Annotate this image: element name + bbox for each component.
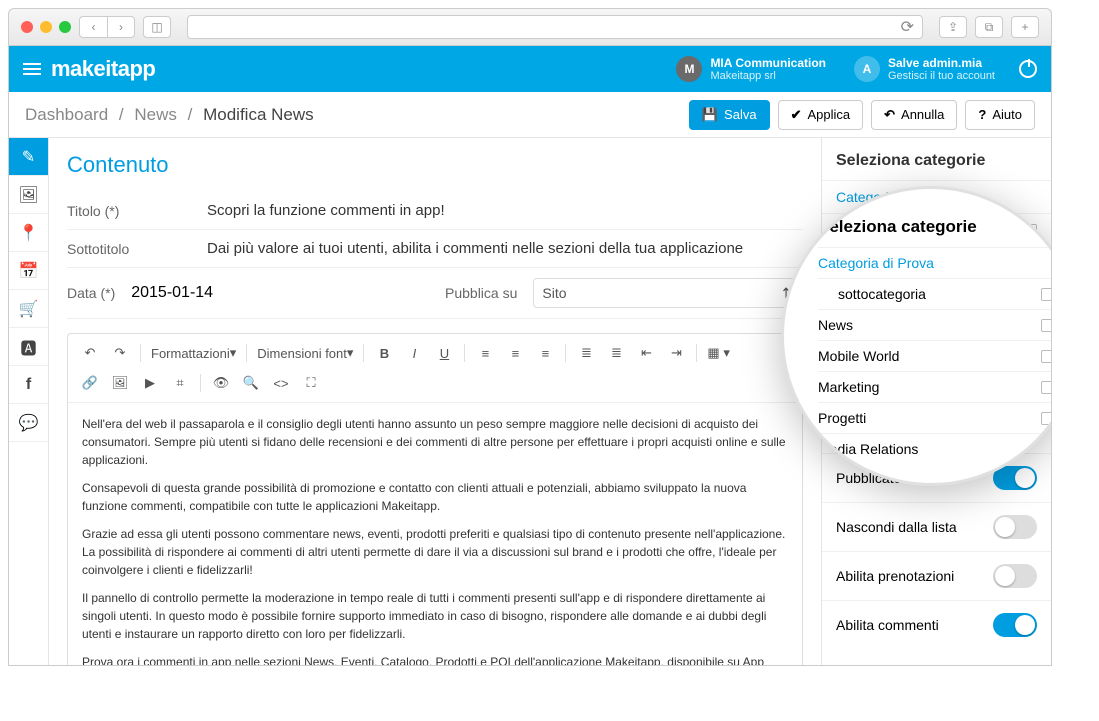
outdent-tool[interactable]: ⇤ bbox=[632, 340, 660, 366]
check-icon: ✔ bbox=[791, 107, 802, 123]
maximize-window-icon[interactable] bbox=[59, 21, 71, 33]
toggle-switch[interactable] bbox=[993, 515, 1037, 539]
user-account[interactable]: A Salve admin.mia Gestisci il tuo accoun… bbox=[840, 56, 1009, 82]
category-checkbox[interactable] bbox=[1041, 412, 1052, 425]
table-tool[interactable]: ▦ ▾ bbox=[703, 340, 733, 366]
category-item[interactable]: Marketing bbox=[818, 371, 1052, 402]
undo-button[interactable]: ↶Annulla bbox=[871, 100, 957, 130]
bold-tool[interactable]: B bbox=[370, 340, 398, 366]
url-bar[interactable]: ⟳ bbox=[187, 15, 923, 39]
category-item[interactable]: News bbox=[818, 309, 1052, 340]
section-title: Contenuto bbox=[67, 152, 803, 178]
publish-option-row: Nascondi dalla lista bbox=[822, 502, 1051, 551]
reload-icon[interactable]: ⟳ bbox=[901, 17, 914, 37]
browser-chrome: ‹ › ◫ ⟳ ⇪ ⧉ + bbox=[8, 8, 1052, 46]
sidebar-cart[interactable]: 🛒 bbox=[9, 290, 48, 328]
list-ul-tool[interactable]: ≣ bbox=[572, 340, 600, 366]
save-button[interactable]: 💾Salva bbox=[689, 100, 770, 130]
sidebar-translate[interactable]: 🅰 bbox=[9, 328, 48, 366]
category-item[interactable]: Progetti bbox=[818, 402, 1052, 433]
link-tool[interactable]: 🔗 bbox=[76, 370, 104, 396]
app-logo: makeitapp bbox=[51, 56, 155, 82]
category-checkbox[interactable] bbox=[1041, 381, 1052, 394]
category-checkbox[interactable] bbox=[1041, 350, 1052, 363]
editor-body[interactable]: Nell'era del web il passaparola e il con… bbox=[68, 403, 802, 665]
toggle-switch[interactable] bbox=[993, 466, 1037, 490]
tabs-icon[interactable]: ⧉ bbox=[975, 16, 1003, 38]
close-window-icon[interactable] bbox=[21, 21, 33, 33]
video-tool[interactable]: ▶ bbox=[136, 370, 164, 396]
indent-tool[interactable]: ⇥ bbox=[662, 340, 690, 366]
category-checkbox[interactable] bbox=[1041, 319, 1052, 332]
sidebar-comments[interactable]: 💬 bbox=[9, 404, 48, 442]
help-button[interactable]: ?Aiuto bbox=[965, 100, 1035, 130]
crumb-current: Modifica News bbox=[203, 105, 314, 124]
undo-tool[interactable]: ↶ bbox=[76, 340, 104, 366]
category-item[interactable]: sottocategoria bbox=[818, 278, 1052, 309]
categories-title: Seleziona categorie bbox=[822, 138, 1051, 180]
breadcrumb: Dashboard / News / Modifica News bbox=[25, 105, 314, 125]
category-checkbox[interactable] bbox=[1041, 288, 1052, 301]
rich-text-editor: ↶ ↷ Formattazioni ▾ Dimensioni font ▾ B … bbox=[67, 333, 803, 665]
code-tool[interactable]: <> bbox=[267, 370, 295, 396]
align-left-tool[interactable]: ≡ bbox=[471, 340, 499, 366]
publish-label: Pubblica su bbox=[445, 285, 517, 301]
redo-tool[interactable]: ↷ bbox=[106, 340, 134, 366]
fullscreen-tool[interactable]: ⛶ bbox=[297, 370, 325, 396]
forward-button[interactable]: › bbox=[107, 16, 135, 38]
subtitle-field[interactable]: Dai più valore ai tuoi utenti, abilita i… bbox=[207, 240, 803, 257]
category-item[interactable]: Mobile World bbox=[818, 340, 1052, 371]
undo-icon: ↶ bbox=[884, 107, 895, 123]
minimize-window-icon[interactable] bbox=[40, 21, 52, 33]
sidebar-facebook[interactable]: f bbox=[9, 366, 48, 404]
sidebar-location[interactable]: 📍 bbox=[9, 214, 48, 252]
sidebar-toggle-icon[interactable]: ◫ bbox=[143, 16, 171, 38]
date-label: Data (*) bbox=[67, 285, 115, 301]
toggle-switch[interactable] bbox=[993, 613, 1037, 637]
logout-icon[interactable] bbox=[1019, 60, 1037, 78]
user-avatar: A bbox=[854, 56, 880, 82]
toggle-switch[interactable] bbox=[993, 564, 1037, 588]
app-topbar: makeitapp M MIA Communication Makeitapp … bbox=[9, 46, 1051, 92]
sidebar-calendar[interactable]: 📅 bbox=[9, 252, 48, 290]
align-right-tool[interactable]: ≡ bbox=[531, 340, 559, 366]
share-icon[interactable]: ⇪ bbox=[939, 16, 967, 38]
crumb-news[interactable]: News bbox=[134, 105, 177, 124]
sidebar-edit[interactable]: ✎ bbox=[9, 138, 48, 176]
sidebar-image[interactable]: 🖼 bbox=[9, 176, 48, 214]
subtitle-label: Sottotitolo bbox=[67, 241, 207, 257]
title-label: Titolo (*) bbox=[67, 203, 207, 219]
align-center-tool[interactable]: ≡ bbox=[501, 340, 529, 366]
save-icon: 💾 bbox=[702, 107, 718, 123]
sidebar: ✎ 🖼 📍 📅 🛒 🅰 f 💬 bbox=[9, 138, 49, 665]
crumb-dashboard[interactable]: Dashboard bbox=[25, 105, 108, 124]
publish-option-row: Abilita commenti bbox=[822, 600, 1051, 649]
category-item[interactable]: Categoria di Prova bbox=[818, 247, 1052, 278]
underline-tool[interactable]: U bbox=[430, 340, 458, 366]
italic-tool[interactable]: I bbox=[400, 340, 428, 366]
help-icon: ? bbox=[978, 107, 986, 122]
org-avatar: M bbox=[676, 56, 702, 82]
list-ol-tool[interactable]: ≣ bbox=[602, 340, 630, 366]
back-button[interactable]: ‹ bbox=[79, 16, 107, 38]
format-dropdown[interactable]: Formattazioni ▾ bbox=[147, 340, 240, 366]
publish-select[interactable]: Sito ⇅ bbox=[533, 278, 803, 308]
grid-tool[interactable]: ⌗ bbox=[166, 370, 194, 396]
date-field[interactable]: 2015-01-14 bbox=[131, 284, 213, 302]
image-tool[interactable]: 🖼 bbox=[106, 370, 134, 396]
new-tab-icon[interactable]: + bbox=[1011, 16, 1039, 38]
publish-option-row: Abilita prenotazioni bbox=[822, 551, 1051, 600]
fontsize-dropdown[interactable]: Dimensioni font ▾ bbox=[253, 340, 357, 366]
title-field[interactable]: Scopri la funzione commenti in app! bbox=[207, 202, 803, 219]
menu-icon[interactable] bbox=[23, 63, 41, 75]
org-account[interactable]: M MIA Communication Makeitapp srl bbox=[662, 56, 840, 82]
apply-button[interactable]: ✔Applica bbox=[778, 100, 864, 130]
find-tool[interactable]: 🔍 bbox=[237, 370, 265, 396]
preview-tool[interactable]: 👁 bbox=[207, 370, 235, 396]
